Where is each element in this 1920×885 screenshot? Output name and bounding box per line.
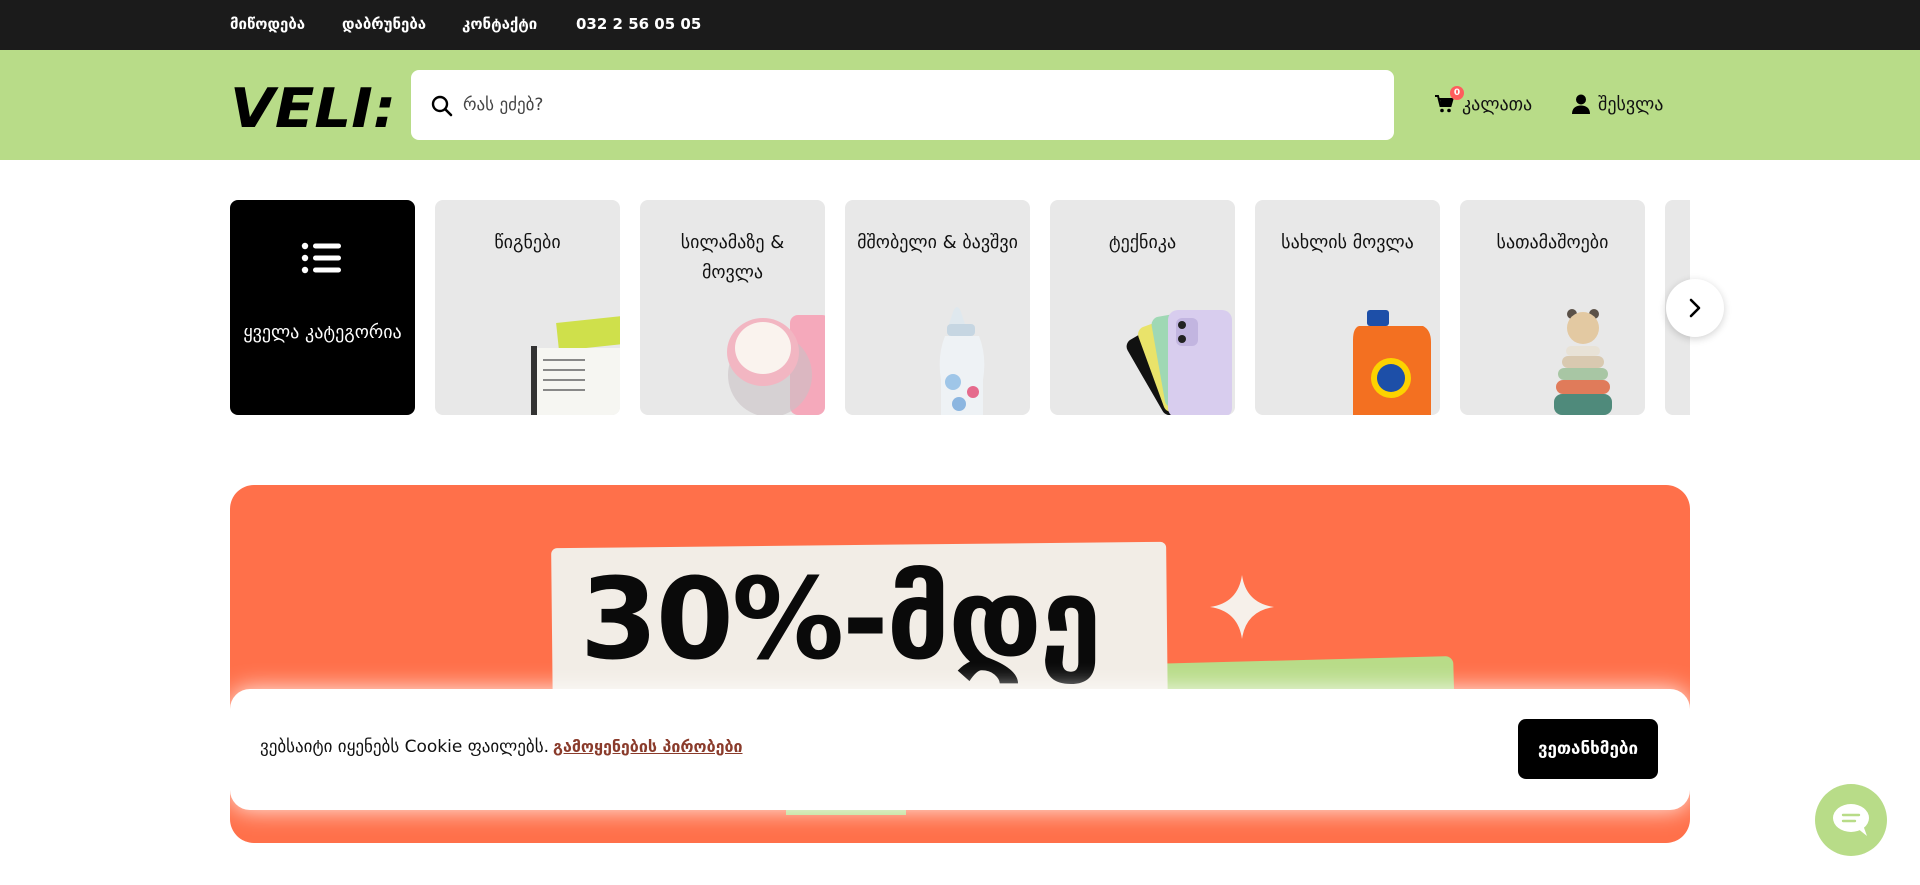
cookie-terms-link[interactable]: გამოყენების პირობები xyxy=(553,737,743,756)
cart-count-badge: 0 xyxy=(1450,86,1464,100)
veli-logo[interactable]: VELI: xyxy=(230,83,398,129)
category-toys-label: სათამაშოები xyxy=(1496,232,1609,253)
cart-label: კალათა xyxy=(1462,93,1533,115)
top-link-contact[interactable]: კონტაქტი xyxy=(462,15,537,33)
login-label: შესვლა xyxy=(1598,93,1664,115)
list-icon xyxy=(301,242,341,274)
search-input[interactable] xyxy=(463,84,1363,126)
sparkle-icon xyxy=(1210,575,1274,639)
category-all-label: ყველა კატეგორია xyxy=(243,322,402,343)
carousel-next-button[interactable] xyxy=(1666,279,1724,337)
category-toys[interactable]: სათამაშოები xyxy=(1460,200,1645,415)
category-books[interactable]: წიგნები xyxy=(435,200,620,415)
search-bar[interactable] xyxy=(411,70,1394,140)
top-link-phone[interactable]: 032 2 56 05 05 xyxy=(576,15,701,33)
banner-promo-text: 30%-მდე xyxy=(580,555,1102,685)
cookie-agree-button[interactable]: ვეთანხმები xyxy=(1518,719,1658,779)
category-household-label: სახლის მოვლა xyxy=(1281,232,1414,253)
user-icon xyxy=(1572,94,1590,114)
category-parent-child[interactable]: მშობელი & ბავშვი xyxy=(845,200,1030,415)
category-beauty[interactable]: სილამაზე & მოვლა xyxy=(640,200,825,415)
top-bar: მიწოდება დაბრუნება კონტაქტი 032 2 56 05 … xyxy=(0,0,1920,50)
category-parent-child-label: მშობელი & ბავშვი xyxy=(857,232,1018,253)
cookie-text: ვებსაიტი იყენებს Cookie ფაილებს. xyxy=(260,737,549,757)
category-household[interactable]: სახლის მოვლა xyxy=(1255,200,1440,415)
chat-button[interactable] xyxy=(1815,784,1887,856)
category-beauty-label: სილამაზე & მოვლა xyxy=(680,232,785,283)
logo-text: VELI: xyxy=(230,83,396,129)
header: VELI: 0 კალათა შესვლა xyxy=(0,50,1920,160)
category-carousel: ყველა კატეგორია წიგნები სილამაზე & მოვლა xyxy=(230,200,1690,415)
category-electronics-label: ტექნიკა xyxy=(1108,232,1177,253)
chat-bubble-icon xyxy=(1833,804,1869,836)
category-all[interactable]: ყველა კატეგორია xyxy=(230,200,415,415)
top-link-delivery[interactable]: მიწოდება xyxy=(230,15,305,33)
cookie-notice: ვებსაიტი იყენებს Cookie ფაილებს. გამოყენ… xyxy=(230,689,1690,810)
login-button[interactable]: შესვლა xyxy=(1572,92,1663,116)
category-books-label: წიგნები xyxy=(494,232,561,253)
top-link-returns[interactable]: დაბრუნება xyxy=(342,15,426,33)
chevron-right-icon xyxy=(1689,298,1701,318)
cart-button[interactable]: 0 კალათა xyxy=(1434,86,1533,116)
search-icon xyxy=(431,95,453,117)
category-electronics[interactable]: ტექნიკა xyxy=(1050,200,1235,415)
